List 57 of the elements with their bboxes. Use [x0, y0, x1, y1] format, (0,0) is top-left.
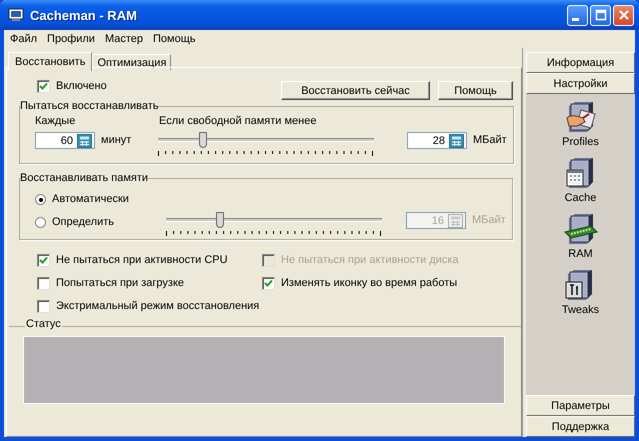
checkbox[interactable] [37, 80, 50, 92]
sidebar-item[interactable]: Profiles [562, 136, 599, 148]
checkbox-label: Не пытаться при активности CPU [56, 254, 228, 266]
slider-thumb[interactable] [216, 212, 224, 228]
menu-item[interactable]: Файл [5, 33, 42, 45]
field-label: Каждые [34, 115, 76, 127]
maximize-button[interactable] [590, 4, 611, 26]
number-field[interactable]: 28 [407, 132, 467, 149]
button[interactable]: Помощь [438, 81, 513, 100]
minimize-icon [572, 18, 579, 20]
section-button[interactable]: Поддержка [526, 416, 635, 437]
checkbox-label: Включено [56, 80, 107, 92]
checkbox-label: Изменять иконку во время работы [281, 277, 458, 289]
calculator-icon [449, 134, 464, 148]
checkbox[interactable] [37, 300, 50, 312]
calculator-icon [77, 134, 92, 148]
group-title: Пытаться восстанавливать [20, 100, 158, 112]
slider-label: Если свободной памяти менее [159, 115, 316, 127]
unit-label: минут [101, 134, 132, 146]
menu-item[interactable]: Профили [42, 33, 100, 45]
sidebar-item[interactable]: Cache [564, 192, 596, 204]
binder-memory-icon [562, 212, 598, 246]
radio-label: Автоматически [52, 193, 129, 205]
radio-button[interactable] [35, 216, 46, 228]
close-icon [618, 9, 630, 21]
section-button[interactable]: Настройки [526, 73, 635, 94]
menu-item[interactable]: Помощь [148, 33, 201, 45]
close-button[interactable] [613, 4, 634, 26]
maximize-icon [594, 9, 606, 21]
slider-thumb[interactable] [199, 132, 208, 148]
tab[interactable]: Восстановить [8, 52, 92, 71]
computer-icon [8, 8, 24, 22]
slider-track[interactable] [166, 212, 382, 229]
number-field[interactable]: 60 [35, 132, 95, 149]
section-button[interactable]: Параметры [526, 395, 635, 416]
unit-label: МБайт [473, 134, 507, 146]
sidebar-item[interactable]: Tweaks [562, 304, 600, 316]
group-title: Статус [25, 318, 62, 330]
checkbox[interactable] [37, 276, 50, 290]
checkbox-label: Не пытаться при активности диска [281, 254, 459, 266]
calculator-icon [448, 214, 463, 228]
radio-button[interactable] [35, 194, 46, 204]
checkbox-label: Экстримальный режим восстановления [56, 300, 260, 312]
tab[interactable]: Оптимизация [92, 54, 172, 70]
minimize-button[interactable] [567, 4, 588, 26]
unit-label: МБайт [472, 214, 506, 226]
radio-label: Определить [52, 216, 114, 228]
checkbox[interactable] [37, 254, 50, 266]
section-button[interactable]: Информация [526, 52, 635, 73]
window-title: Cacheman - RAM [30, 8, 138, 22]
menu-item[interactable]: Мастер [100, 33, 148, 45]
group-title: Восстанавливать памяти [20, 172, 148, 184]
checkbox[interactable] [262, 276, 275, 290]
sidebar-item[interactable]: RAM [568, 248, 593, 260]
checkbox-label: Попытаться при загрузке [56, 277, 184, 289]
button[interactable]: Восстановить сейчас [281, 81, 430, 100]
slider-track[interactable] [158, 132, 374, 149]
